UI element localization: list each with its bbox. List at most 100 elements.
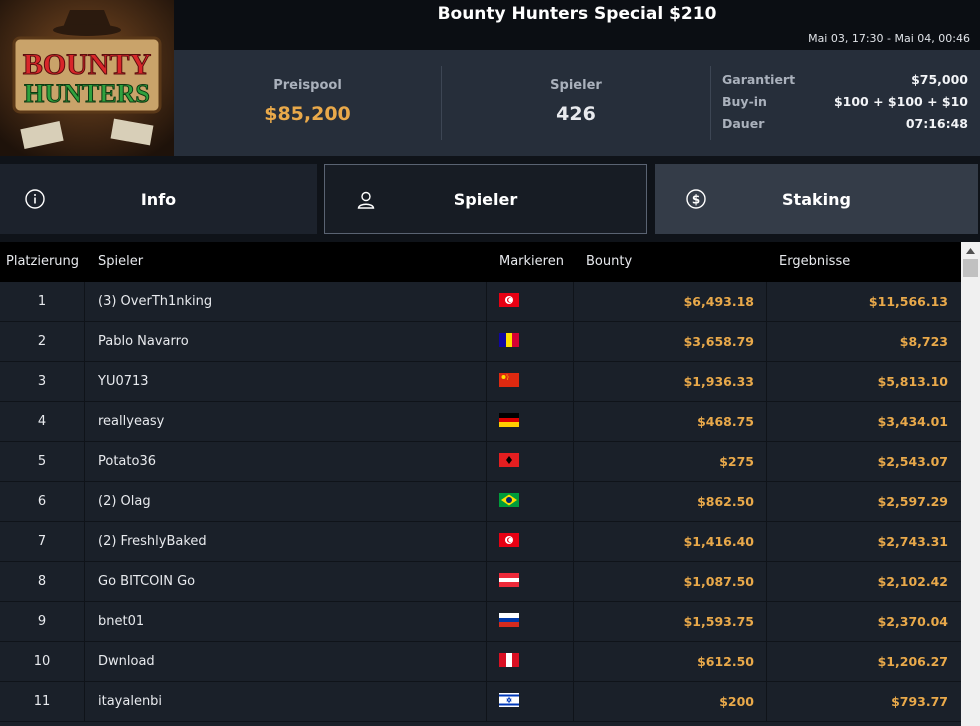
tournament-date-range: Mai 03, 17:30 - Mai 04, 00:46 (174, 28, 980, 50)
row-separator (486, 442, 487, 481)
tab-info[interactable]: Info (0, 164, 317, 234)
logo-text-hunters: HUNTERS (24, 79, 150, 108)
player-bounty: $3,658.79 (683, 334, 754, 349)
row-separator (84, 442, 85, 481)
duration-row: Dauer 07:16:48 (722, 116, 968, 138)
player-placement: 9 (37, 614, 47, 629)
svg-text:$: $ (692, 193, 700, 207)
player-name[interactable]: reallyeasy (98, 402, 478, 442)
austria-flag-icon (499, 573, 519, 587)
prize-pool-stat: Preispool $85,200 (174, 50, 441, 156)
row-separator (486, 602, 487, 641)
table-row[interactable]: 9 bnet01 $1,593.75 $2,370.04 (0, 602, 961, 642)
table-row[interactable]: 6 (2) Olag $862.50 $2,597.29 (0, 482, 961, 522)
row-separator (84, 682, 85, 721)
player-result: $8,723 (899, 334, 948, 349)
guaranteed-label: Garantiert (722, 72, 796, 87)
player-bounty: $862.50 (697, 494, 754, 509)
row-separator (486, 682, 487, 721)
table-body: 1 (3) OverTh1nking $6,493.18 $11,566.13 2 Pab… (0, 282, 961, 722)
table-row[interactable]: 8 Go BITCOIN Go $1,087.50 $2,102.42 (0, 562, 961, 602)
row-separator (84, 402, 85, 441)
player-bounty: $1,593.75 (683, 614, 754, 629)
israel-flag-icon (499, 693, 519, 707)
russia-flag-icon (499, 613, 519, 627)
peru-flag-icon (499, 653, 519, 667)
table-row[interactable]: 11 itayalenbi $200 $793.77 (0, 682, 961, 722)
column-header-placement[interactable]: Platzierung (6, 242, 79, 282)
stats-divider (710, 66, 711, 140)
dollar-coin-icon: $ (685, 188, 707, 210)
player-bounty: $275 (719, 454, 754, 469)
table-row[interactable]: 10 Dwnload $612.50 $1,206.27 (0, 642, 961, 682)
player-placement: 11 (33, 694, 51, 709)
table-row[interactable]: 7 (2) FreshlyBaked $1,416.40 $2,743.31 (0, 522, 961, 562)
player-name[interactable]: Potato36 (98, 442, 478, 482)
flag-cell (499, 682, 519, 722)
tournament-title: Bounty Hunters Special $210 (174, 0, 980, 28)
player-result: $2,597.29 (877, 494, 948, 509)
player-placement: 1 (37, 294, 47, 309)
player-name[interactable]: (2) FreshlyBaked (98, 522, 478, 562)
tab-spieler[interactable]: Spieler (324, 164, 647, 234)
player-name[interactable]: (3) OverTh1nking (98, 282, 478, 322)
column-header-player[interactable]: Spieler (98, 242, 143, 282)
player-result: $793.77 (891, 694, 948, 709)
flag-cell (499, 282, 519, 322)
player-placement: 10 (33, 654, 51, 669)
row-separator (486, 282, 487, 321)
player-name[interactable]: Go BITCOIN Go (98, 562, 478, 602)
germany-flag-icon (499, 413, 519, 427)
scrollbar[interactable] (961, 242, 980, 726)
scroll-up-arrow-icon[interactable] (961, 242, 980, 259)
players-label: Spieler (550, 78, 602, 93)
table-row[interactable]: 1 (3) OverTh1nking $6,493.18 $11,566.13 (0, 282, 961, 322)
player-name[interactable]: Pablo Navarro (98, 322, 478, 362)
guaranteed-value: $75,000 (911, 72, 968, 87)
players-value: 426 (556, 103, 596, 125)
row-separator (84, 562, 85, 601)
tab-spieler-label: Spieler (453, 189, 518, 209)
row-separator (486, 402, 487, 441)
column-header-mark[interactable]: Markieren (499, 242, 564, 282)
flag-cell (499, 562, 519, 602)
column-header-results[interactable]: Ergebnisse (779, 242, 850, 282)
row-separator (486, 362, 487, 401)
scrollbar-thumb[interactable] (963, 259, 978, 277)
column-header-bounty[interactable]: Bounty (586, 242, 632, 282)
row-separator (84, 322, 85, 361)
tab-bar: Info Spieler $ Staking (0, 164, 980, 234)
tab-staking[interactable]: $ Staking (655, 164, 978, 234)
player-name[interactable]: bnet01 (98, 602, 478, 642)
table-row[interactable]: 2 Pablo Navarro $3,658.79 $8,723 (0, 322, 961, 362)
table-row[interactable]: 5 Potato36 $275 $2,543.07 (0, 442, 961, 482)
player-bounty: $1,087.50 (683, 574, 754, 589)
info-icon (24, 188, 46, 210)
table-row[interactable]: 4 reallyeasy $468.75 $3,434.01 (0, 402, 961, 442)
row-separator (84, 282, 85, 321)
buyin-value: $100 + $100 + $10 (833, 94, 968, 109)
logo-text-bounty: BOUNTY (23, 48, 152, 81)
player-name[interactable]: YU0713 (98, 362, 478, 402)
player-bounty: $200 (719, 694, 754, 709)
players-stat: Spieler 426 (442, 50, 710, 156)
tournament-logo: BOUNTY HUNTERS (0, 0, 174, 156)
player-placement: 4 (37, 414, 47, 429)
tab-info-label: Info (140, 189, 177, 209)
row-separator (486, 642, 487, 681)
player-name[interactable]: itayalenbi (98, 682, 478, 722)
tournament-details: Garantiert $75,000 Buy-in $100 + $100 + … (722, 72, 968, 138)
flag-cell (499, 362, 519, 402)
player-placement: 6 (37, 494, 47, 509)
player-result: $2,102.42 (877, 574, 948, 589)
players-table: Platzierung Spieler Markieren Bounty Erg… (0, 242, 980, 726)
stats-panel: Preispool $85,200 Spieler 426 Garantiert… (174, 50, 980, 156)
flag-cell (499, 642, 519, 682)
table-row[interactable]: 3 YU0713 $1,936.33 $5,813.10 (0, 362, 961, 402)
player-placement: 2 (37, 334, 47, 349)
row-separator (486, 562, 487, 601)
player-name[interactable]: (2) Olag (98, 482, 478, 522)
table-header: Platzierung Spieler Markieren Bounty Erg… (0, 242, 961, 282)
tab-staking-label: Staking (782, 189, 851, 209)
player-name[interactable]: Dwnload (98, 642, 478, 682)
